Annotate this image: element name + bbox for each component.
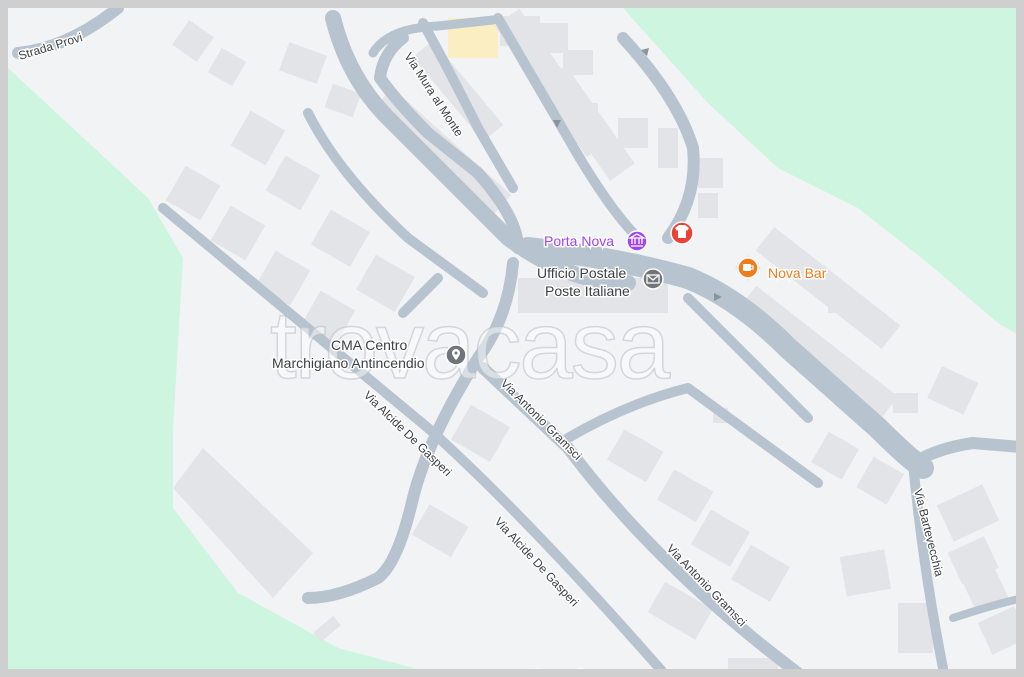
poi-label-cma-line2: Marchigiano Antincendio — [272, 355, 425, 371]
poi-porta-nova[interactable]: Porta Nova — [543, 230, 648, 252]
map-canvas[interactable]: Strada Provi Via Mura al Monte Via Alcid… — [8, 8, 1024, 677]
poi-label-cma-line1: CMA Centro — [331, 337, 407, 353]
google-logo: Google — [530, 666, 595, 677]
poi-label-ufficio-postale-line1: Ufficio Postale — [537, 265, 626, 281]
poi-label-porta-nova: Porta Nova — [544, 233, 614, 249]
poi-label-nova-bar: Nova Bar — [768, 265, 827, 281]
map-frame: Strada Provi Via Mura al Monte Via Alcid… — [0, 0, 1024, 677]
mail-icon — [642, 268, 664, 290]
google-attribution: Google — [531, 667, 593, 677]
poi-label-ufficio-postale-line2: Poste Italiane — [545, 283, 630, 299]
shopping-icon — [670, 221, 694, 245]
landmark-icon — [626, 230, 648, 252]
poi-shop[interactable] — [670, 221, 694, 245]
location-pin-icon — [445, 344, 467, 366]
